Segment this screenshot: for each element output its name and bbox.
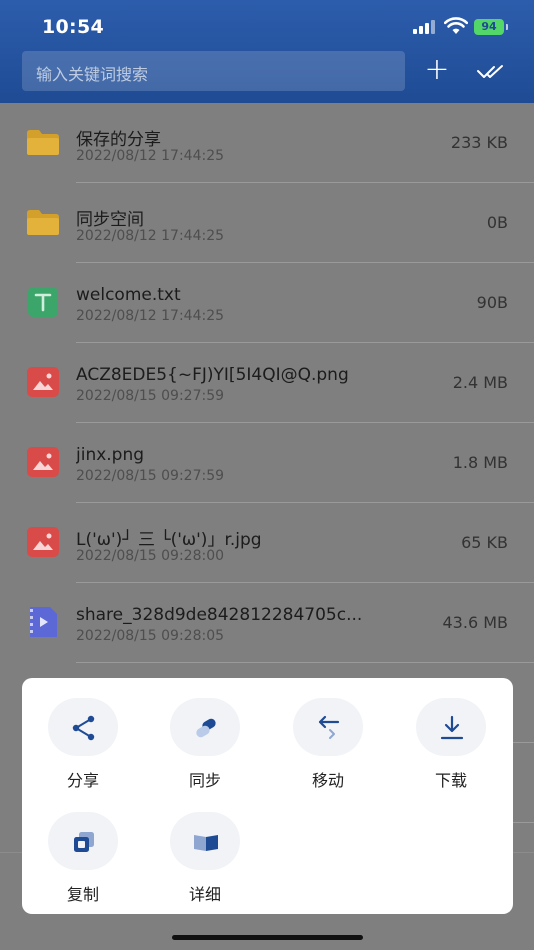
image-file-icon <box>27 367 59 397</box>
sync-button[interactable]: 同步 <box>160 678 250 790</box>
status-bar: 10:54 94 <box>0 0 534 52</box>
copy-button-bg <box>48 812 118 870</box>
file-row[interactable]: 同步空间 2022/08/12 17:44:25 0B <box>0 183 534 263</box>
file-size: 90B <box>476 293 508 312</box>
action-sheet: 分享 同步 移动 下载 复制 详细 <box>22 678 513 914</box>
share-button[interactable]: 分享 <box>38 678 128 790</box>
file-name: L('ω')┘ 三 └('ω')」r.jpg <box>76 530 262 550</box>
details-button[interactable]: 详细 <box>160 792 250 904</box>
signal-icon <box>413 20 437 34</box>
file-size: 1.8 MB <box>452 453 508 472</box>
sync-label: 同步 <box>188 771 221 790</box>
details-label: 详细 <box>188 885 221 904</box>
file-date: 2022/08/15 09:27:59 <box>76 468 225 484</box>
file-row[interactable]: L('ω')┘ 三 └('ω')」r.jpg 2022/08/15 09:28:… <box>0 503 534 583</box>
file-date: 2022/08/15 09:28:05 <box>76 628 225 644</box>
sync-button-bg <box>170 698 240 756</box>
copy-icon <box>74 832 94 852</box>
file-date: 2022/08/12 17:44:25 <box>76 148 225 164</box>
row-divider <box>513 742 534 743</box>
home-indicator[interactable] <box>172 935 363 940</box>
folder-icon <box>27 210 59 235</box>
share-button-bg <box>48 698 118 756</box>
image-file-icon <box>27 447 59 477</box>
status-time: 10:54 <box>42 16 104 38</box>
search-placeholder: 输入关键词搜索 <box>36 65 149 84</box>
file-name: 保存的分享 <box>76 130 161 150</box>
move-label: 移动 <box>311 771 344 790</box>
move-button-bg <box>293 698 363 756</box>
copy-button[interactable]: 复制 <box>38 792 128 904</box>
row-divider <box>513 822 534 823</box>
file-row[interactable]: welcome.txt 2022/08/12 17:44:25 90B <box>0 263 534 343</box>
file-row[interactable]: ACZ8EDE5{~FJ)YI[5I4QI@Q.png 2022/08/15 0… <box>0 343 534 423</box>
file-size: 233 KB <box>450 133 508 152</box>
share-label: 分享 <box>66 771 99 790</box>
move-button[interactable]: 移动 <box>283 678 373 790</box>
file-row[interactable]: jinx.png 2022/08/15 09:27:59 1.8 MB <box>0 423 534 503</box>
download-button-bg <box>416 698 486 756</box>
image-file-icon <box>27 527 59 557</box>
details-icon <box>194 835 218 851</box>
file-row[interactable]: share_328d9de842812284705c... 2022/08/15… <box>0 583 534 663</box>
battery-icon: 94 <box>474 19 508 35</box>
file-size: 43.6 MB <box>442 613 509 632</box>
file-size: 65 KB <box>461 533 508 552</box>
move-icon <box>318 715 340 739</box>
top-bar: 10:54 94 输入关键词搜索 + <box>0 0 534 103</box>
plus-icon[interactable]: + <box>422 55 452 86</box>
file-row[interactable]: 保存的分享 2022/08/12 17:44:25 233 KB <box>0 103 534 183</box>
search-input[interactable]: 输入关键词搜索 <box>22 51 405 91</box>
share-icon <box>72 715 95 741</box>
folder-icon <box>27 130 59 155</box>
file-name: ACZ8EDE5{~FJ)YI[5I4QI@Q.png <box>76 365 349 385</box>
download-button[interactable]: 下载 <box>406 678 496 790</box>
file-name: jinx.png <box>76 445 145 465</box>
double-check-icon[interactable] <box>476 56 506 86</box>
file-date: 2022/08/15 09:27:59 <box>76 388 225 404</box>
file-size: 2.4 MB <box>452 373 508 392</box>
file-name: welcome.txt <box>76 285 181 305</box>
copy-label: 复制 <box>66 885 99 904</box>
text-file-icon <box>28 287 58 317</box>
file-size: 0B <box>486 213 508 232</box>
file-date: 2022/08/12 17:44:25 <box>76 228 225 244</box>
download-icon <box>440 715 464 740</box>
video-file-icon <box>30 607 57 637</box>
wifi-icon <box>444 17 468 34</box>
file-name: 同步空间 <box>76 210 144 230</box>
file-date: 2022/08/15 09:28:00 <box>76 548 225 564</box>
file-date: 2022/08/12 17:44:25 <box>76 308 225 324</box>
details-button-bg <box>170 812 240 870</box>
file-name: share_328d9de842812284705c... <box>76 605 363 625</box>
download-label: 下载 <box>434 771 467 790</box>
row-divider <box>76 662 534 663</box>
sync-icon <box>196 718 216 738</box>
